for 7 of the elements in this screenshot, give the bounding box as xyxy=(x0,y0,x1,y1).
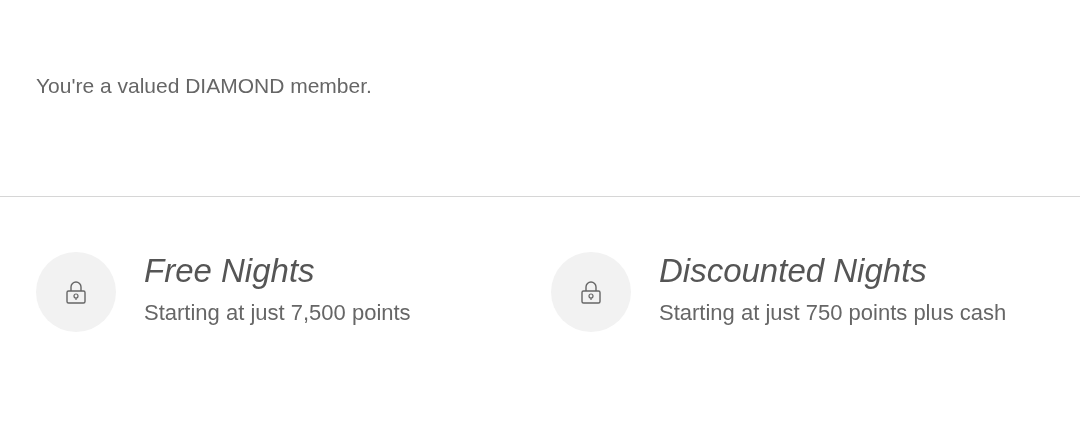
member-status-text: You're a valued DIAMOND member. xyxy=(36,74,373,98)
benefit-description: Starting at just 7,500 points xyxy=(144,299,411,327)
benefit-title: Free Nights xyxy=(144,252,316,290)
lock-icon xyxy=(580,280,602,304)
benefit-description: Starting at just 750 points plus cash xyxy=(659,299,1007,327)
benefit-title: Discounted Nights xyxy=(659,252,928,290)
lock-icon xyxy=(65,280,87,304)
